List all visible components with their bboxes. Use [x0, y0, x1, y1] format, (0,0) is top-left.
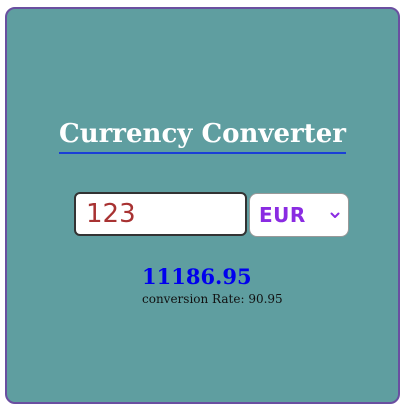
title-text: Currency Converter — [59, 117, 346, 154]
converted-amount: 11186.95 — [142, 264, 252, 289]
currency-select[interactable]: EUR — [249, 193, 349, 237]
converter-card: Currency Converter EUR 11186.95 conversi… — [5, 7, 400, 404]
conversion-rate: conversion Rate: 90.95 — [142, 291, 283, 307]
page-title: Currency Converter — [7, 117, 398, 154]
currency-select-value: EUR — [259, 203, 306, 227]
amount-input[interactable] — [74, 192, 247, 236]
conversion-rate-label: conversion Rate: — [142, 292, 245, 306]
conversion-rate-value: 90.95 — [248, 292, 283, 306]
chevron-down-icon — [330, 212, 340, 218]
